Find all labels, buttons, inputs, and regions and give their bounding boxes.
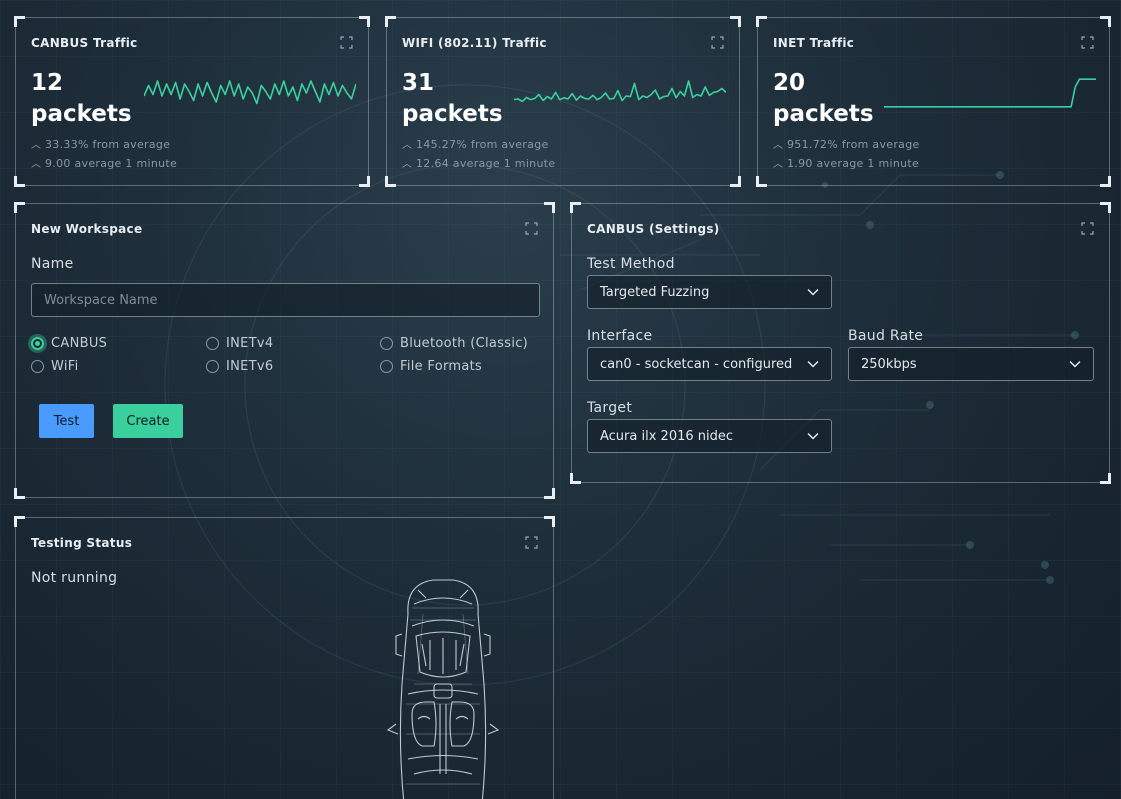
stat-average-minute: ︿ 12.64 average 1 minute [402, 157, 556, 170]
arrow-up-icon: ︿ [773, 159, 784, 170]
expand-icon[interactable] [525, 536, 538, 549]
select-value: Targeted Fuzzing [600, 284, 710, 300]
sparkline-path [514, 80, 726, 103]
card-title: INET Traffic [773, 36, 855, 50]
chevron-down-icon [807, 432, 819, 440]
target-label: Target [587, 400, 633, 416]
canbus-settings-panel: CANBUS (Settings) Test Method Targeted F… [570, 202, 1111, 484]
create-button[interactable]: Create [113, 404, 183, 438]
status-text: Not running [31, 570, 118, 586]
radio-file-formats[interactable]: File Formats [380, 359, 482, 374]
select-value: can0 - socketcan - configured [600, 356, 793, 372]
test-button[interactable]: Test [39, 404, 94, 438]
packet-count: 31 packets [402, 70, 503, 127]
radio-inetv4[interactable]: INETv4 [206, 336, 273, 351]
expand-icon[interactable] [1081, 36, 1094, 49]
traffic-sparkline [514, 80, 726, 103]
panel-title: CANBUS (Settings) [587, 222, 720, 236]
select-value: 250kbps [861, 356, 917, 372]
radio-inetv6[interactable]: INETv6 [206, 359, 273, 374]
chevron-down-icon [1069, 360, 1081, 368]
card-title: CANBUS Traffic [31, 36, 138, 50]
wifi-traffic-card: WIFI (802.11) Traffic 31 packets ︿ 145.27%… [385, 16, 741, 187]
stat-average-minute: ︿ 1.90 average 1 minute [773, 157, 920, 170]
expand-icon[interactable] [1081, 222, 1094, 235]
canbus-traffic-card: CANBUS Traffic 12 packets ︿ 33.33% from av… [14, 16, 370, 187]
workspace-name-input[interactable] [31, 283, 540, 317]
card-title: WIFI (802.11) Traffic [402, 36, 547, 50]
test-method-label: Test Method [587, 256, 675, 272]
sparkline-path [144, 80, 356, 105]
radio-canbus[interactable]: CANBUS [31, 336, 107, 351]
arrow-up-icon: ︿ [31, 140, 42, 151]
stat-average-minute: ︿ 9.00 average 1 minute [31, 157, 178, 170]
arrow-up-icon: ︿ [402, 159, 413, 170]
traffic-sparkline [144, 80, 356, 105]
traffic-sparkline [884, 78, 1096, 108]
baud-rate-select[interactable]: 250kbps [848, 347, 1094, 381]
testing-status-panel: Testing Status Not running [14, 516, 555, 799]
arrow-up-icon: ︿ [402, 140, 413, 151]
new-workspace-panel: New Workspace Name CANBUS INETv4 Bluetoo… [14, 202, 555, 499]
interface-select[interactable]: can0 - socketcan - configured [587, 347, 832, 381]
stat-from-average: ︿ 145.27% from average [402, 138, 549, 151]
sparkline-path [884, 78, 1096, 108]
car-wireframe-illustration [386, 579, 500, 799]
name-label: Name [31, 256, 74, 272]
baud-rate-label: Baud Rate [848, 328, 924, 344]
select-value: Acura ilx 2016 nidec [600, 428, 734, 444]
arrow-up-icon: ︿ [773, 140, 784, 151]
stat-from-average: ︿ 33.33% from average [31, 138, 171, 151]
radio-wifi[interactable]: WiFi [31, 359, 79, 374]
panel-title: New Workspace [31, 222, 143, 236]
stat-from-average: ︿ 951.72% from average [773, 138, 920, 151]
expand-icon[interactable] [340, 36, 353, 49]
test-method-select[interactable]: Targeted Fuzzing [587, 275, 832, 309]
panel-title: Testing Status [31, 536, 133, 550]
inet-traffic-card: INET Traffic 20 packets ︿ 951.72% from ave… [756, 16, 1111, 187]
target-select[interactable]: Acura ilx 2016 nidec [587, 419, 832, 453]
packet-count: 20 packets [773, 70, 874, 127]
chevron-down-icon [807, 288, 819, 296]
chevron-down-icon [807, 360, 819, 368]
expand-icon[interactable] [525, 222, 538, 235]
interface-label: Interface [587, 328, 653, 344]
radio-bluetooth-classic[interactable]: Bluetooth (Classic) [380, 336, 528, 351]
expand-icon[interactable] [711, 36, 724, 49]
packet-count: 12 packets [31, 70, 132, 127]
arrow-up-icon: ︿ [31, 159, 42, 170]
